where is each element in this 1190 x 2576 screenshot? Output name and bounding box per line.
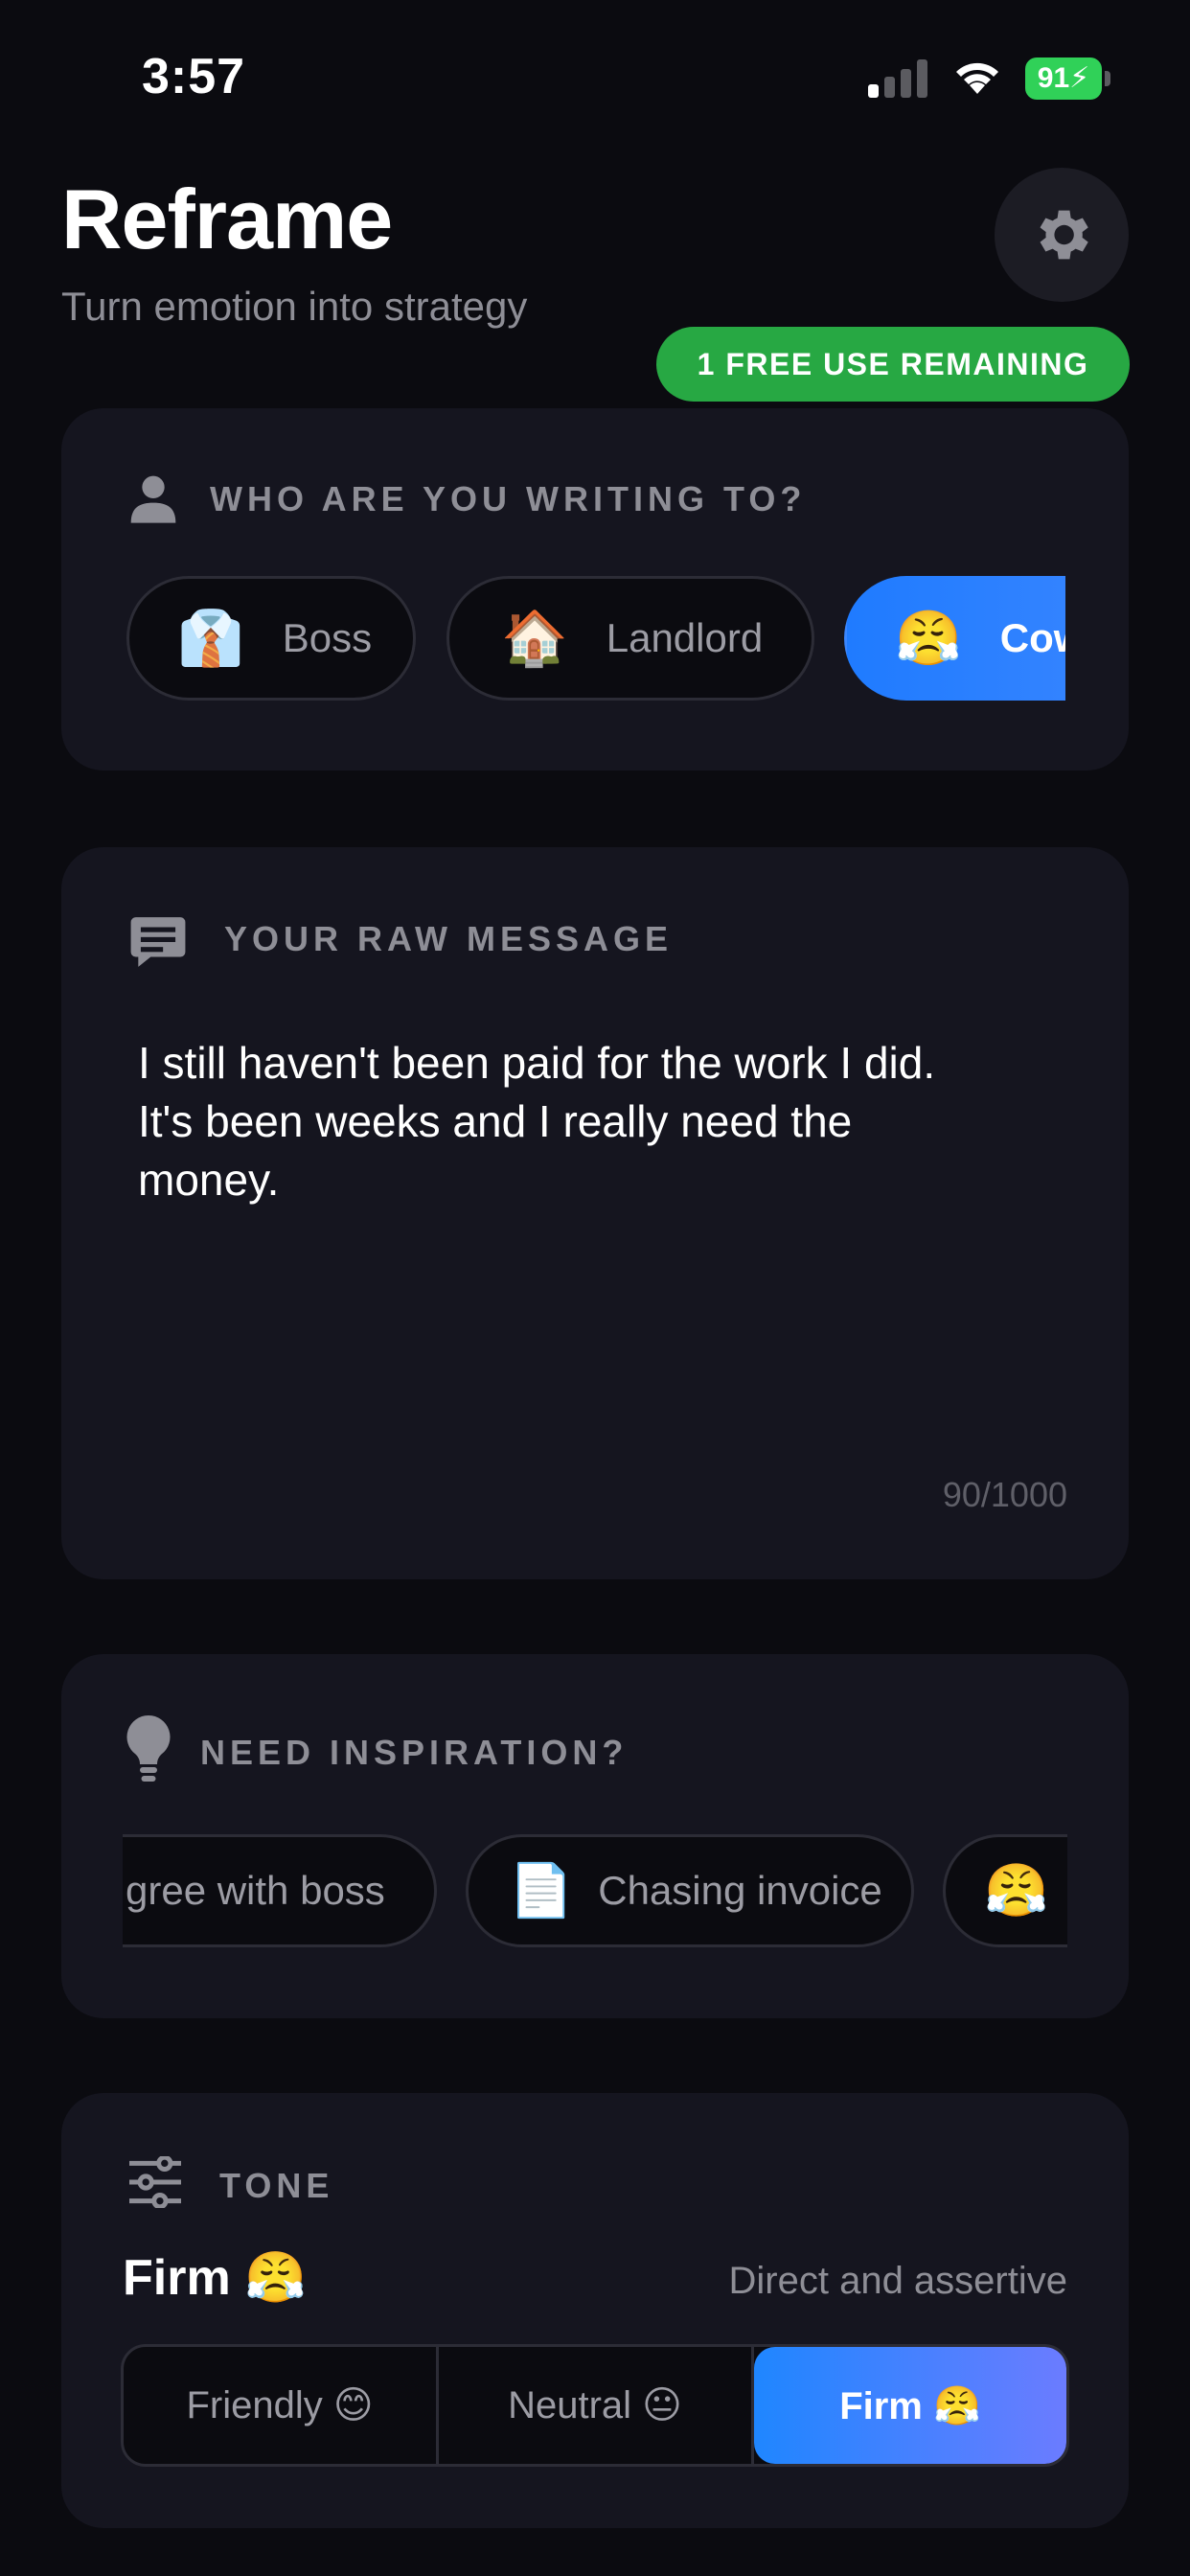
free-use-badge: 1 FREE USE REMAINING <box>656 327 1130 402</box>
recipient-chip-label: Cow <box>999 615 1065 660</box>
recipient-chip-landlord[interactable]: 🏠 Landlord <box>446 576 814 701</box>
tone-description: Direct and assertive <box>728 2260 1067 2302</box>
inspiration-chip-3[interactable]: 😤 U <box>943 1834 1067 1947</box>
tone-label: TONE <box>219 2166 334 2205</box>
battery-level: 91 <box>1037 62 1070 94</box>
inspiration-chip-row[interactable]: gree with boss 📄 Chasing invoice 😤 U <box>123 1834 1067 1949</box>
recipient-chip-row[interactable]: 👔 Boss 🏠 Landlord 😤 Cow <box>126 576 1065 702</box>
recipient-label: WHO ARE YOU WRITING TO? <box>210 479 807 518</box>
house-icon: 🏠 <box>501 608 568 668</box>
inspiration-label: NEED INSPIRATION? <box>200 1733 629 1772</box>
recipient-chip-label: Landlord <box>606 615 764 660</box>
recipient-card: WHO ARE YOU WRITING TO? 👔 Boss 🏠 Landlor… <box>61 408 1129 770</box>
angry-face-icon: 😤 <box>895 608 962 668</box>
tone-card: TONE Firm 😤 Direct and assertive Friendl… <box>61 2093 1129 2528</box>
necktie-icon: 👔 <box>177 608 244 668</box>
recipient-chip-boss[interactable]: 👔 Boss <box>126 576 416 701</box>
cellular-signal-icon <box>868 59 929 98</box>
gear-icon <box>1040 210 1088 260</box>
inspiration-card: NEED INSPIRATION? gree with boss 📄 Chasi… <box>61 1654 1129 2018</box>
message-label: YOUR RAW MESSAGE <box>224 919 674 958</box>
message-textarea[interactable]: I still haven't been paid for the work I… <box>138 1034 1077 1209</box>
inspiration-chip-label: gree with boss <box>126 1868 385 1913</box>
person-icon <box>130 475 176 523</box>
inspiration-chip-label: Chasing invoice <box>598 1868 882 1913</box>
chat-bubble-icon <box>130 917 186 967</box>
tone-current-value: Firm 😤 <box>123 2250 307 2306</box>
settings-button[interactable] <box>995 168 1129 302</box>
message-card: YOUR RAW MESSAGE I still haven't been pa… <box>61 847 1129 1579</box>
inspiration-chip-chasing-invoice[interactable]: 📄 Chasing invoice <box>466 1834 914 1947</box>
lightbulb-icon <box>126 1715 171 1782</box>
app-title: Reframe <box>61 172 393 266</box>
recipient-chip-label: Boss <box>282 615 373 660</box>
reframe-screen: 3:57 91⚡ Reframe Turn emotion into strat… <box>0 0 1190 2576</box>
status-bar: 3:57 91⚡ <box>0 0 1190 153</box>
recipient-chip-coworker[interactable]: 😤 Cow <box>844 576 1065 701</box>
sliders-icon <box>129 2156 181 2208</box>
wifi-icon <box>956 62 998 94</box>
battery-icon: 91⚡ <box>1025 58 1111 100</box>
tone-segmented-control[interactable]: Friendly 😊 Neutral 😐 Firm 😤 <box>121 2344 1069 2467</box>
angry-face-icon: 😤 <box>984 1861 1049 1920</box>
status-time: 3:57 <box>142 49 246 104</box>
tone-option-neutral[interactable]: Neutral 😐 <box>439 2347 754 2464</box>
app-subtitle: Turn emotion into strategy <box>61 284 528 329</box>
tone-option-firm[interactable]: Firm 😤 <box>754 2347 1066 2464</box>
document-icon: 📄 <box>509 1861 574 1920</box>
tone-option-friendly[interactable]: Friendly 😊 <box>124 2347 439 2464</box>
character-count: 90/1000 <box>942 1475 1067 1514</box>
inspiration-chip-disagree-with-boss[interactable]: gree with boss <box>123 1834 437 1947</box>
